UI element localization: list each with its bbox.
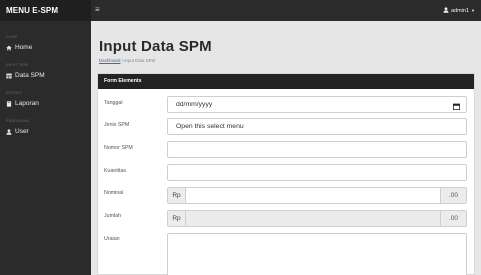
user-icon [443,6,449,15]
sidebar-item-home[interactable]: Home [0,41,91,55]
app: MENU E-SPM CORE Home INPUT SPM Data SPM … [0,0,481,275]
currency-prefix: Rp [168,211,186,226]
jenis-spm-select[interactable]: Open this select menu [167,118,467,135]
sidebar-item-data-spm[interactable]: Data SPM [0,69,91,83]
book-icon [6,101,12,107]
brand-title[interactable]: MENU E-SPM [0,0,91,21]
field-label: Nomor SPM [104,145,133,151]
kuantitas-input[interactable] [167,164,467,181]
jumlah-input-group: Rp .00 [167,210,467,227]
card-header: Form Elements [98,74,474,89]
breadcrumb: Dashboard / Input Data SPM [99,58,155,63]
field-label: Kuantitas [104,168,127,174]
decimal-suffix: .00 [440,188,466,203]
menu-icon[interactable]: ≡ [95,4,105,16]
calendar-icon[interactable] [452,101,461,111]
user-icon [6,129,12,135]
currency-prefix: Rp [168,188,186,203]
table-icon [6,73,12,79]
nominal-input-group: Rp .00 [167,187,467,204]
topbar: ≡ admin1 ▼ [91,0,481,21]
nomor-spm-input[interactable] [167,141,467,158]
sidebar-item-label: Home [15,44,33,51]
date-input[interactable]: dd/mm/yyyy [167,96,467,113]
user-menu[interactable]: admin1 ▼ [443,0,475,21]
sidebar-heading-pengguna: PENGGUNA [6,119,29,123]
breadcrumb-separator: / [121,58,123,63]
sidebar: MENU E-SPM CORE Home INPUT SPM Data SPM … [0,0,91,275]
jumlah-input[interactable] [186,211,440,226]
page-title: Input Data SPM [99,38,212,55]
field-label: Uraian [104,236,120,242]
form-card: Form Elements Tanggal dd/mm/yyyy Jenis S… [97,73,475,275]
field-label: Nominal [104,190,124,196]
breadcrumb-current: Input Data SPM [124,58,156,63]
chevron-down-icon: ▼ [471,8,475,13]
field-label: Tanggal [104,100,123,106]
sidebar-heading-core: CORE [6,35,18,39]
decimal-suffix: .00 [440,211,466,226]
breadcrumb-link-dashboard[interactable]: Dashboard [99,58,120,63]
sidebar-heading-report: REPORT [6,91,23,95]
field-label: Jenis SPM [104,122,130,128]
user-name: admin1 [450,7,470,14]
sidebar-item-label: Data SPM [15,72,45,79]
home-icon [6,45,12,51]
sidebar-heading-input: INPUT SPM [6,63,29,67]
nominal-input[interactable] [186,188,440,203]
sidebar-item-user[interactable]: User [0,125,91,139]
main-content: Input Data SPM Dashboard / Input Data SP… [91,21,481,275]
sidebar-item-laporan[interactable]: Laporan [0,97,91,111]
sidebar-item-label: User [15,128,29,135]
sidebar-item-label: Laporan [15,100,39,107]
field-label: Jumlah [104,213,122,219]
date-placeholder: dd/mm/yyyy [176,101,213,108]
uraian-textarea[interactable] [167,233,467,275]
